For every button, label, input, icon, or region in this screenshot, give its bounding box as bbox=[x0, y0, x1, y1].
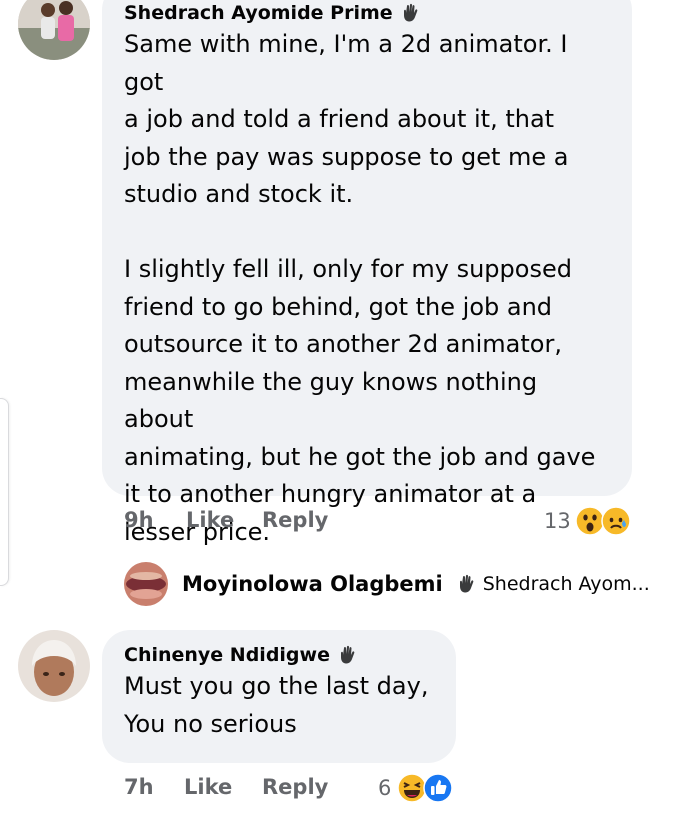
reply-author-name[interactable]: Moyinolowa Olagbemi bbox=[182, 572, 443, 596]
reaction-count: 6 bbox=[378, 776, 392, 800]
comment-text: Same with mine, I'm a 2d animator. I got… bbox=[124, 30, 596, 546]
waving-hand-icon bbox=[340, 645, 355, 664]
comment-text: Must you go the last day, You no serious bbox=[124, 672, 429, 738]
comment-author-row: Chinenye Ndidigwe bbox=[124, 644, 434, 666]
reaction-count: 13 bbox=[544, 509, 571, 533]
comment-author-row: Shedrach Ayomide Prime bbox=[124, 2, 610, 24]
like-button[interactable]: Like bbox=[186, 508, 262, 532]
comment-author-name[interactable]: Shedrach Ayomide Prime bbox=[124, 2, 393, 24]
reply-button[interactable]: Reply bbox=[262, 508, 328, 532]
comment-author-name[interactable]: Chinenye Ndidigwe bbox=[124, 644, 330, 666]
sad-emoji-icon bbox=[600, 506, 631, 536]
avatar[interactable] bbox=[18, 0, 90, 60]
avatar-photo-icon bbox=[18, 0, 90, 60]
comment-bubble: Shedrach Ayomide Prime Same with mine, I… bbox=[102, 0, 632, 546]
like-button[interactable]: Like bbox=[184, 775, 262, 799]
comment-time[interactable]: 9h bbox=[124, 508, 186, 532]
avatar-photo-icon bbox=[124, 562, 168, 606]
waving-hand-icon bbox=[459, 574, 474, 593]
comment-bubble: Chinenye Ndidigwe Must you go the last d… bbox=[102, 630, 456, 763]
comment-actions: 9h Like Reply bbox=[124, 508, 328, 532]
reply-avatar[interactable] bbox=[124, 562, 168, 606]
reply-preview[interactable]: Moyinolowa Olagbemi Shedrach Ayom... bbox=[182, 572, 650, 596]
like-reaction-icon bbox=[423, 773, 454, 803]
comment-actions: 7h Like Reply bbox=[124, 775, 328, 799]
reply-target-text: Shedrach Ayom... bbox=[482, 573, 650, 595]
avatar[interactable] bbox=[18, 630, 90, 702]
reaction-summary[interactable]: 13 bbox=[544, 506, 631, 536]
panel-edge-handle[interactable] bbox=[0, 398, 9, 586]
reply-button[interactable]: Reply bbox=[262, 775, 328, 799]
comment-time[interactable]: 7h bbox=[124, 775, 184, 799]
avatar-photo-icon bbox=[18, 630, 90, 702]
waving-hand-icon bbox=[403, 3, 418, 22]
reaction-summary[interactable]: 6 bbox=[378, 773, 454, 803]
